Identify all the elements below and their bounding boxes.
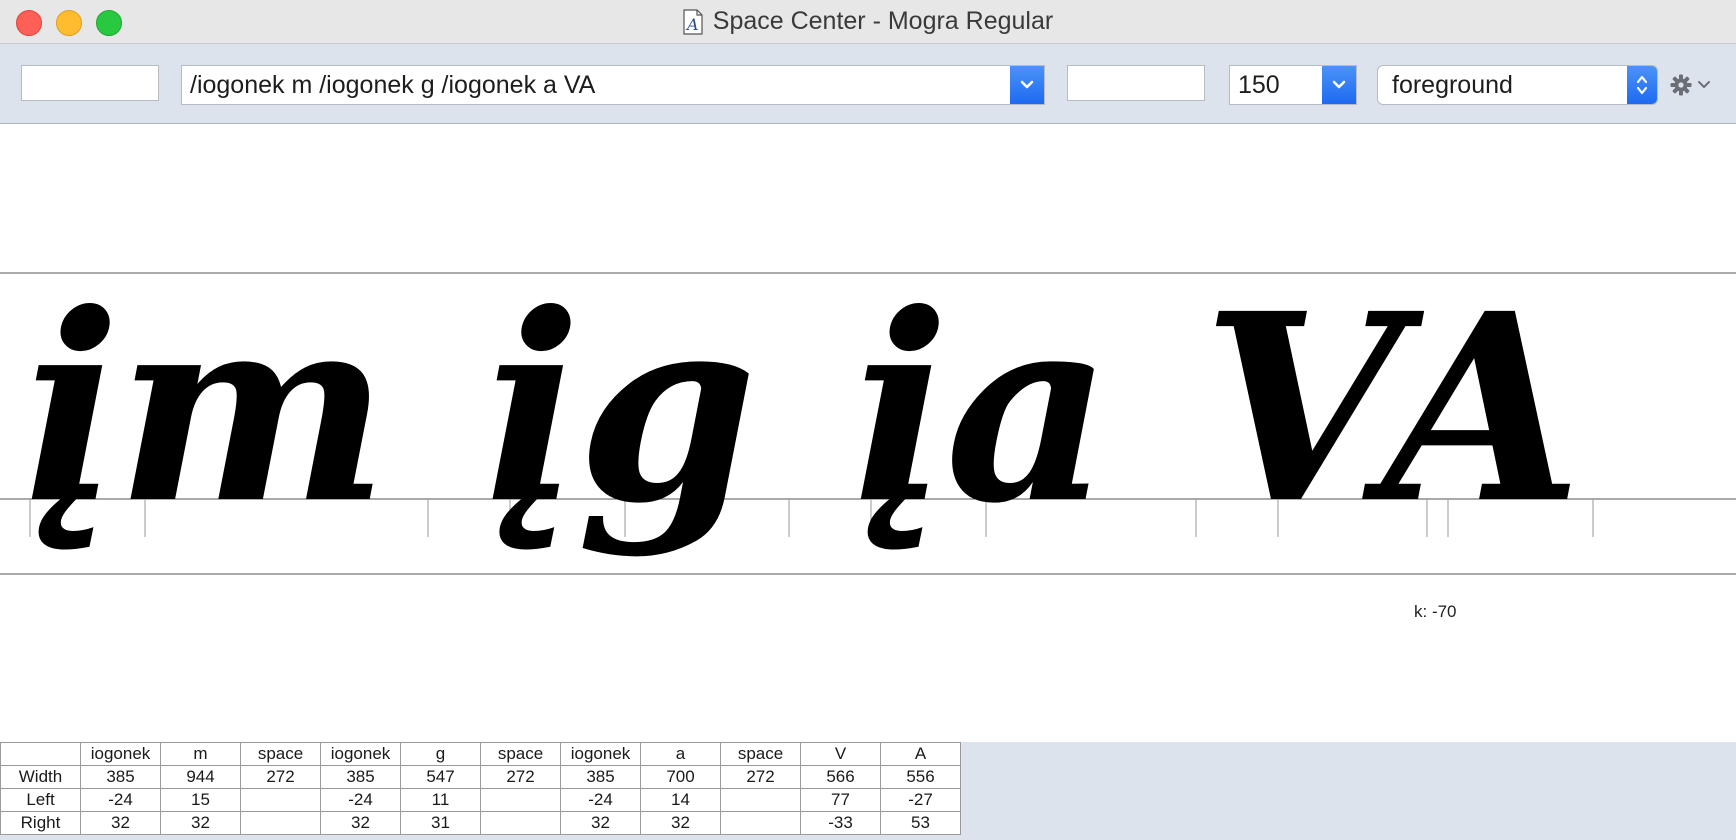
title-bar: A Space Center - Mogra Regular: [0, 0, 1736, 44]
metrics-value-cell[interactable]: -27: [880, 788, 961, 812]
window-title: Space Center - Mogra Regular: [712, 7, 1054, 35]
chevron-down-icon: [1698, 81, 1710, 88]
updown-arrows-icon: [1636, 75, 1648, 95]
glyph-name-cell[interactable]: g: [400, 742, 481, 766]
metrics-value-cell[interactable]: -33: [800, 811, 881, 835]
metrics-value-cell[interactable]: 944: [160, 765, 241, 789]
metrics-panel: iogonek m space iogonek g space iogonek a space V…: [0, 742, 1736, 840]
metrics-value-cell[interactable]: 32: [560, 811, 641, 835]
metrics-header-row: iogonek m space iogonek g space iogonek a space V…: [0, 742, 961, 766]
metrics-value-cell[interactable]: -24: [560, 788, 641, 812]
glyph-name-cell[interactable]: space: [480, 742, 561, 766]
metrics-value-cell[interactable]: 556: [880, 765, 961, 789]
glyph-preview-svg: įm įg įa VA: [0, 257, 1736, 575]
metrics-value-cell[interactable]: 700: [640, 765, 721, 789]
size-value[interactable]: 150: [1230, 71, 1322, 100]
metrics-value-cell[interactable]: 385: [80, 765, 161, 789]
metrics-value-cell[interactable]: -24: [80, 788, 161, 812]
metrics-value-cell[interactable]: 53: [880, 811, 961, 835]
metrics-value-cell[interactable]: 77: [800, 788, 881, 812]
metrics-row: Width 385 944 272 385 547 272 385 700 272 566 556: [0, 765, 961, 789]
metrics-value-cell[interactable]: [720, 811, 801, 835]
options-menu-button[interactable]: [1670, 74, 1711, 96]
glyph-name-cell[interactable]: iogonek: [80, 742, 161, 766]
gear-icon: [1670, 74, 1692, 96]
metrics-value-cell[interactable]: [480, 788, 561, 812]
layer-select-value[interactable]: foreground: [1378, 71, 1627, 100]
metrics-value-cell[interactable]: [480, 811, 561, 835]
metrics-value-cell[interactable]: 32: [80, 811, 161, 835]
metrics-value-cell[interactable]: 15: [160, 788, 241, 812]
kern-value-label: k: -70: [1414, 602, 1457, 621]
chevron-down-icon: [1332, 80, 1346, 89]
chevron-down-icon: [1020, 80, 1034, 89]
text-input-value[interactable]: /iogonek m /iogonek g /iogonek a VA: [182, 71, 1010, 100]
metrics-corner-cell: [0, 742, 81, 766]
pre-text-field[interactable]: [1067, 65, 1205, 101]
metrics-value-cell[interactable]: 272: [240, 765, 321, 789]
metrics-row-label: Right: [0, 811, 81, 835]
metrics-row: Right 32 32 32 31 32 32 -33 53: [0, 811, 961, 835]
metrics-value-cell[interactable]: -24: [320, 788, 401, 812]
glyph-name-cell[interactable]: V: [800, 742, 881, 766]
metrics-table: iogonek m space iogonek g space iogonek a space V…: [0, 742, 961, 835]
metrics-row-label: Width: [0, 765, 81, 789]
glyph-name-cell[interactable]: A: [880, 742, 961, 766]
glyph-preview-canvas[interactable]: įm įg įa VA k: -70: [0, 124, 1736, 742]
metrics-value-cell[interactable]: [240, 811, 321, 835]
metrics-value-cell[interactable]: 32: [160, 811, 241, 835]
text-input-combo[interactable]: /iogonek m /iogonek g /iogonek a VA: [181, 65, 1045, 105]
glyph-name-cell[interactable]: a: [640, 742, 721, 766]
metrics-value-cell[interactable]: 272: [720, 765, 801, 789]
metrics-row: Left -24 15 -24 11 -24 14 77 -27: [0, 788, 961, 812]
metrics-value-cell[interactable]: [240, 788, 321, 812]
metrics-value-cell[interactable]: 566: [800, 765, 881, 789]
glyph-name-cell[interactable]: iogonek: [320, 742, 401, 766]
metrics-row-label: Left: [0, 788, 81, 812]
title-wrap: A Space Center - Mogra Regular: [0, 0, 1736, 43]
glyph-name-cell[interactable]: space: [720, 742, 801, 766]
text-history-dropdown-button[interactable]: [1010, 66, 1044, 104]
left-text-field[interactable]: [21, 65, 159, 101]
font-document-icon: A: [683, 8, 703, 35]
metrics-table-body: iogonek m space iogonek g space iogonek a space V…: [0, 742, 961, 835]
layer-select[interactable]: foreground: [1377, 65, 1658, 105]
glyph-name-cell[interactable]: m: [160, 742, 241, 766]
metrics-value-cell[interactable]: [720, 788, 801, 812]
layer-select-button[interactable]: [1627, 66, 1657, 104]
svg-text:A: A: [685, 15, 699, 34]
metrics-value-cell[interactable]: 11: [400, 788, 481, 812]
metrics-value-cell[interactable]: 32: [640, 811, 721, 835]
metrics-value-cell[interactable]: 385: [320, 765, 401, 789]
metrics-value-cell[interactable]: 32: [320, 811, 401, 835]
metrics-value-cell[interactable]: 14: [640, 788, 721, 812]
glyph-preview-text: įm įg įa VA: [18, 257, 1582, 560]
size-dropdown-button[interactable]: [1322, 66, 1356, 104]
toolbar: /iogonek m /iogonek g /iogonek a VA 150 …: [0, 44, 1736, 124]
metrics-value-cell[interactable]: 547: [400, 765, 481, 789]
metrics-value-cell[interactable]: 31: [400, 811, 481, 835]
metrics-value-cell[interactable]: 385: [560, 765, 641, 789]
size-combo[interactable]: 150: [1229, 65, 1357, 105]
glyph-name-cell[interactable]: space: [240, 742, 321, 766]
metrics-value-cell[interactable]: 272: [480, 765, 561, 789]
glyph-name-cell[interactable]: iogonek: [560, 742, 641, 766]
